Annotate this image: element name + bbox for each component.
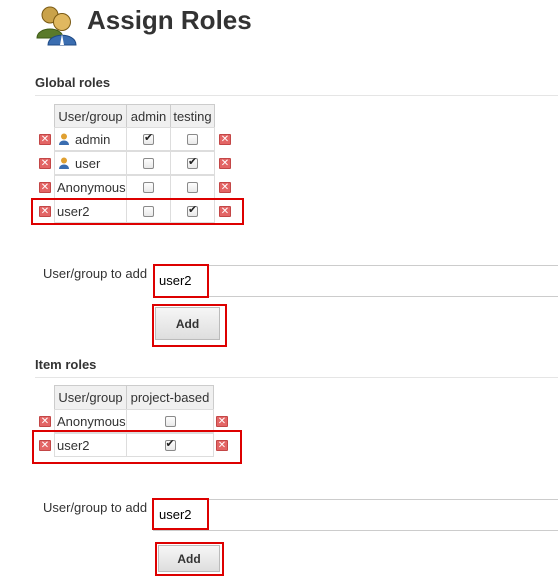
delete-icon[interactable]: ✕ xyxy=(39,416,51,427)
table-row-name: user xyxy=(54,151,127,175)
highlight-box xyxy=(32,430,242,464)
role-checkbox[interactable]: ✔ xyxy=(143,131,154,145)
column-header-testing: testing xyxy=(170,104,215,128)
user-group-input-value: user2 xyxy=(159,273,192,288)
delete-icon[interactable]: ✕ xyxy=(219,158,231,169)
item-roles-heading: Item roles xyxy=(35,357,97,372)
role-checkbox[interactable] xyxy=(143,157,154,169)
divider xyxy=(35,377,558,378)
column-header-user-group: User/group xyxy=(54,104,127,128)
user-group-input[interactable] xyxy=(153,499,558,531)
column-header-user-group: User/group xyxy=(54,385,127,410)
users-icon xyxy=(34,4,78,46)
user-group-input[interactable] xyxy=(153,265,558,297)
table-row-name: Anonymous xyxy=(54,175,127,199)
role-checkbox[interactable] xyxy=(187,181,198,193)
divider xyxy=(35,95,558,96)
add-button[interactable]: Add xyxy=(158,545,220,572)
role-checkbox[interactable] xyxy=(164,415,176,427)
table-row-name: admin xyxy=(54,127,127,151)
global-roles-heading: Global roles xyxy=(35,75,111,90)
role-checkbox[interactable] xyxy=(143,181,154,193)
role-checkbox[interactable]: ✔ xyxy=(187,155,198,169)
column-header-project-based: project-based xyxy=(126,385,214,410)
delete-icon[interactable]: ✕ xyxy=(39,182,51,193)
user-icon xyxy=(59,133,69,145)
highlight-box xyxy=(31,198,244,225)
role-checkbox[interactable] xyxy=(187,133,198,145)
page-title: Assign Roles xyxy=(87,5,252,35)
user-group-input-value: user2 xyxy=(159,507,192,522)
user-icon xyxy=(59,157,69,169)
column-header-admin: admin xyxy=(126,104,171,128)
user-group-to-add-label: User/group to add xyxy=(43,500,148,515)
delete-icon[interactable]: ✕ xyxy=(216,416,228,427)
delete-icon[interactable]: ✕ xyxy=(39,134,51,145)
delete-icon[interactable]: ✕ xyxy=(219,182,231,193)
add-button[interactable]: Add xyxy=(155,307,220,340)
user-group-to-add-label: User/group to add xyxy=(43,266,148,281)
delete-icon[interactable]: ✕ xyxy=(39,158,51,169)
delete-icon[interactable]: ✕ xyxy=(219,134,231,145)
